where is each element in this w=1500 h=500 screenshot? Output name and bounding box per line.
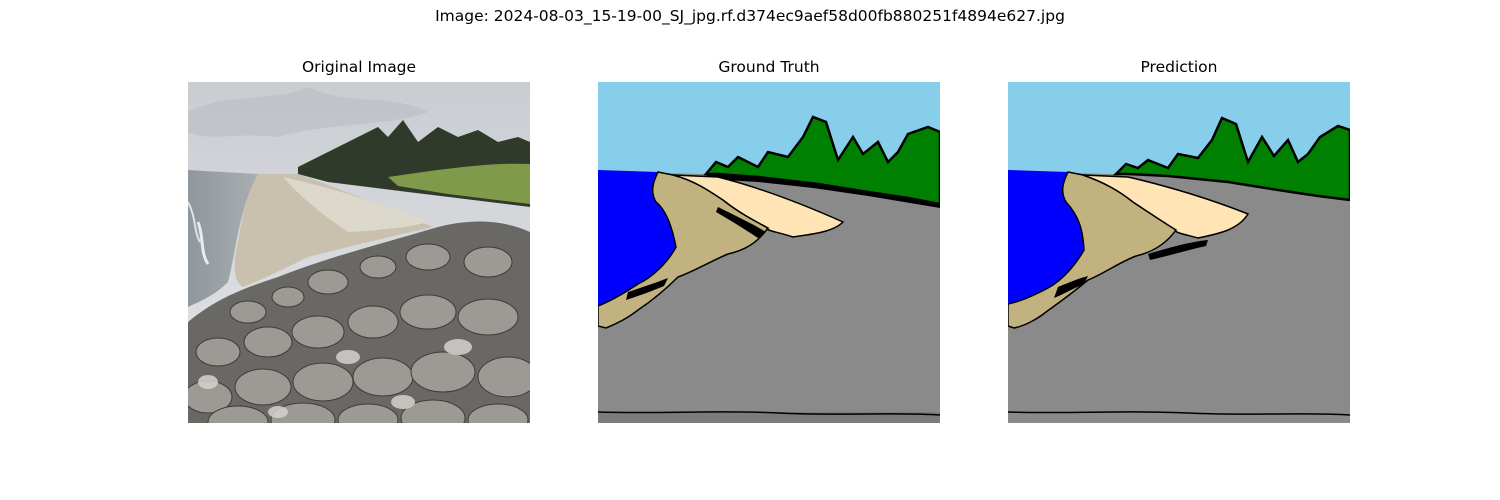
figure-title: Image: 2024-08-03_15-19-00_SJ_jpg.rf.d37… <box>435 7 1065 25</box>
panel-title-prediction: Prediction <box>1140 58 1218 76</box>
prediction-segmentation <box>1008 82 1350 423</box>
ground-truth-mask <box>598 82 940 423</box>
panel-title-ground-truth: Ground Truth <box>718 58 820 76</box>
original-photo <box>188 82 530 423</box>
prediction-mask <box>1008 82 1350 423</box>
panel-title-original: Original Image <box>301 58 417 76</box>
original-image <box>188 82 530 423</box>
ground-truth-segmentation <box>598 82 940 423</box>
